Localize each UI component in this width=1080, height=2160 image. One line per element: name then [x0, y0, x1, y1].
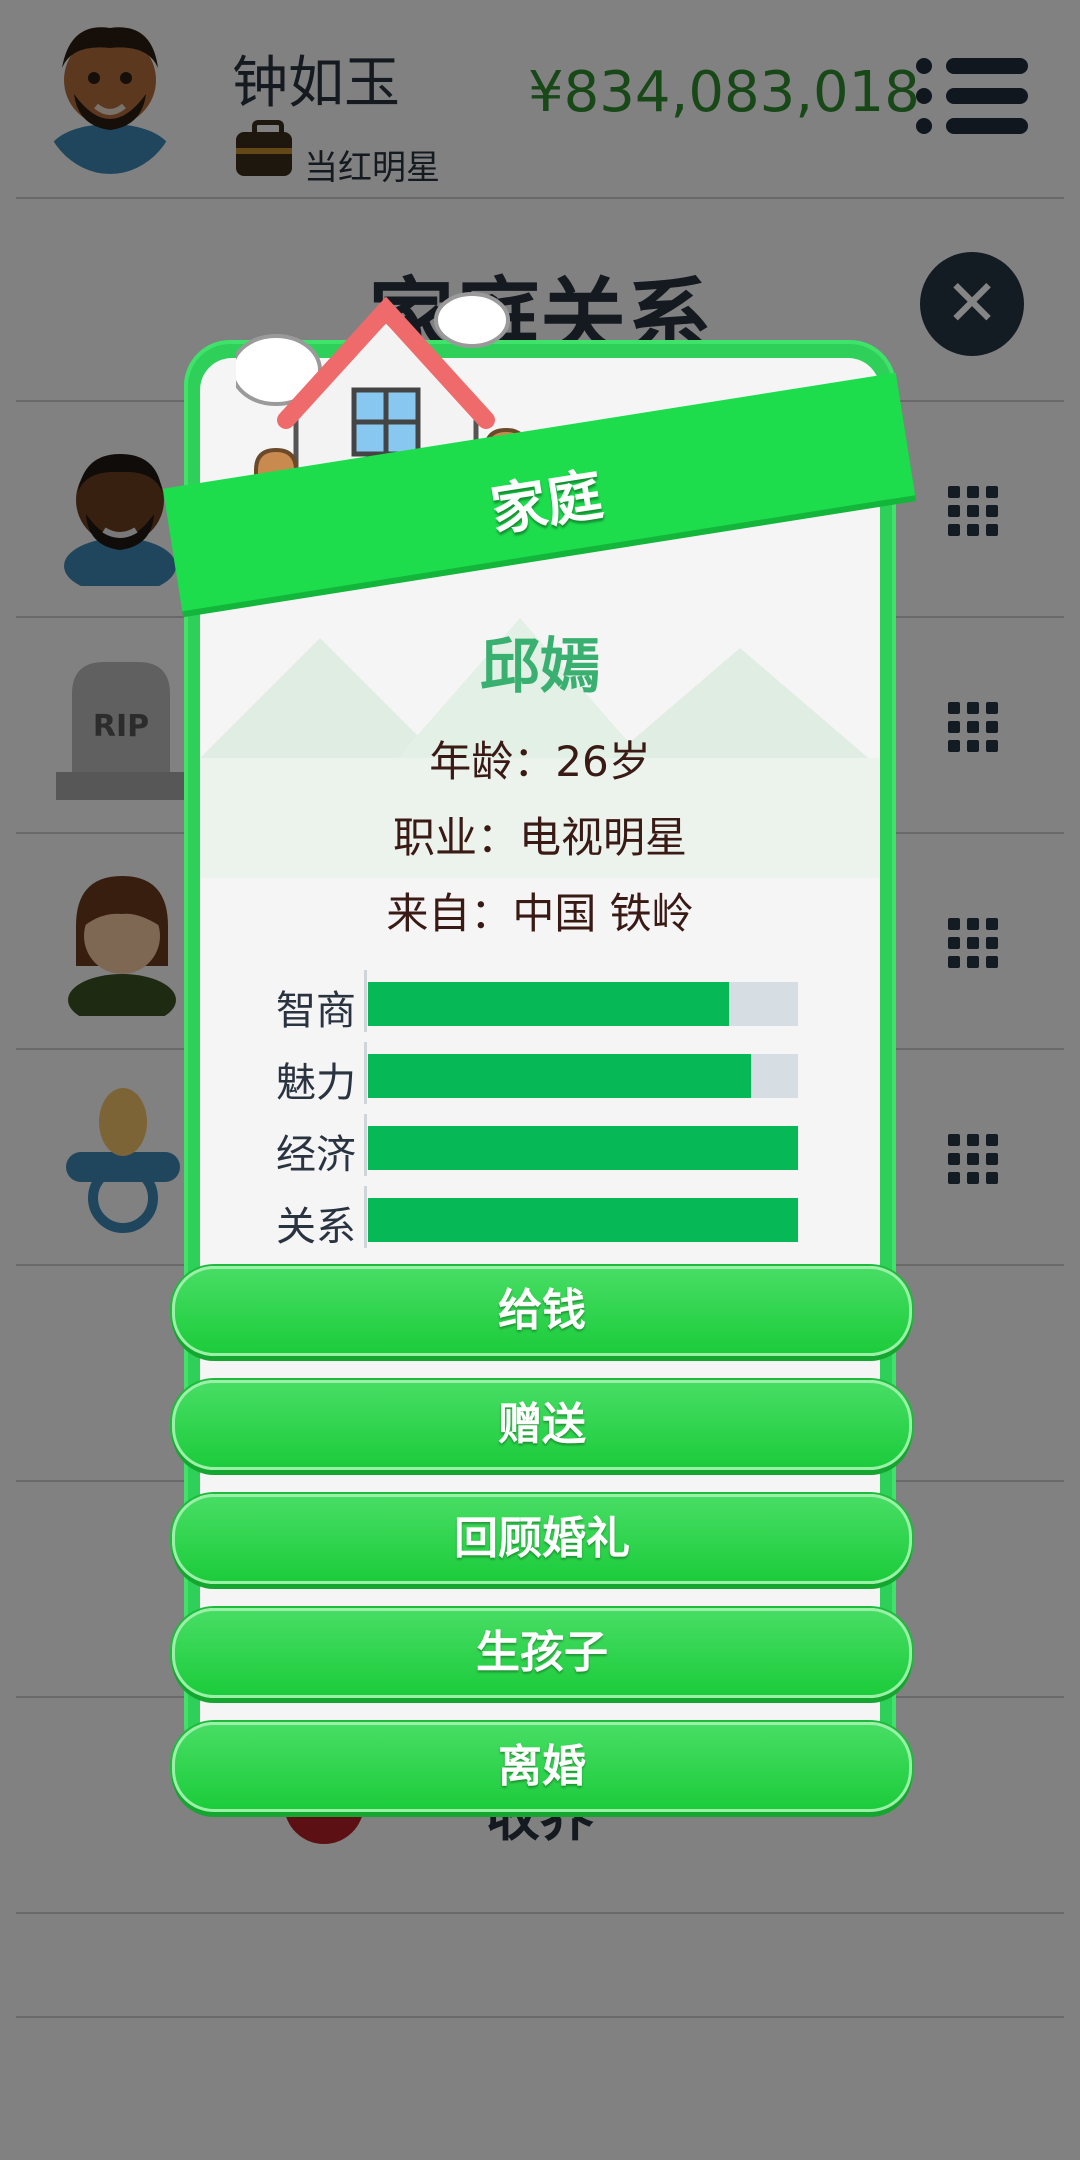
stat-fill-charm	[368, 1054, 751, 1098]
stat-label-iq: 智商	[276, 988, 356, 1034]
stat-bar-charm	[368, 1054, 798, 1098]
stat-fill-relationship	[368, 1198, 798, 1242]
age-line: 年龄：26岁	[429, 737, 651, 786]
give-money-button[interactable]: 给钱	[172, 1266, 912, 1356]
stat-fill-economy	[368, 1126, 798, 1170]
stat-separator	[364, 1114, 367, 1176]
stat-bar-relationship	[368, 1198, 798, 1242]
review-wedding-button[interactable]: 回顾婚礼	[172, 1494, 912, 1584]
stat-bar-economy	[368, 1126, 798, 1170]
have-child-button[interactable]: 生孩子	[172, 1608, 912, 1698]
stat-label-relationship: 关系	[276, 1204, 356, 1250]
stat-label-economy: 经济	[276, 1132, 356, 1178]
gift-button[interactable]: 赠送	[172, 1380, 912, 1470]
from-line: 来自：中国 铁岭	[386, 889, 694, 938]
stat-label-charm: 魅力	[276, 1060, 356, 1106]
stat-bar-iq	[368, 982, 798, 1026]
person-name: 邱嫣	[480, 632, 600, 702]
job-line: 职业：电视明星	[392, 813, 687, 862]
stat-separator	[364, 1186, 367, 1248]
divorce-button[interactable]: 离婚	[172, 1722, 912, 1812]
stat-separator	[364, 1042, 367, 1104]
stat-fill-iq	[368, 982, 730, 1026]
stat-separator	[364, 970, 367, 1032]
